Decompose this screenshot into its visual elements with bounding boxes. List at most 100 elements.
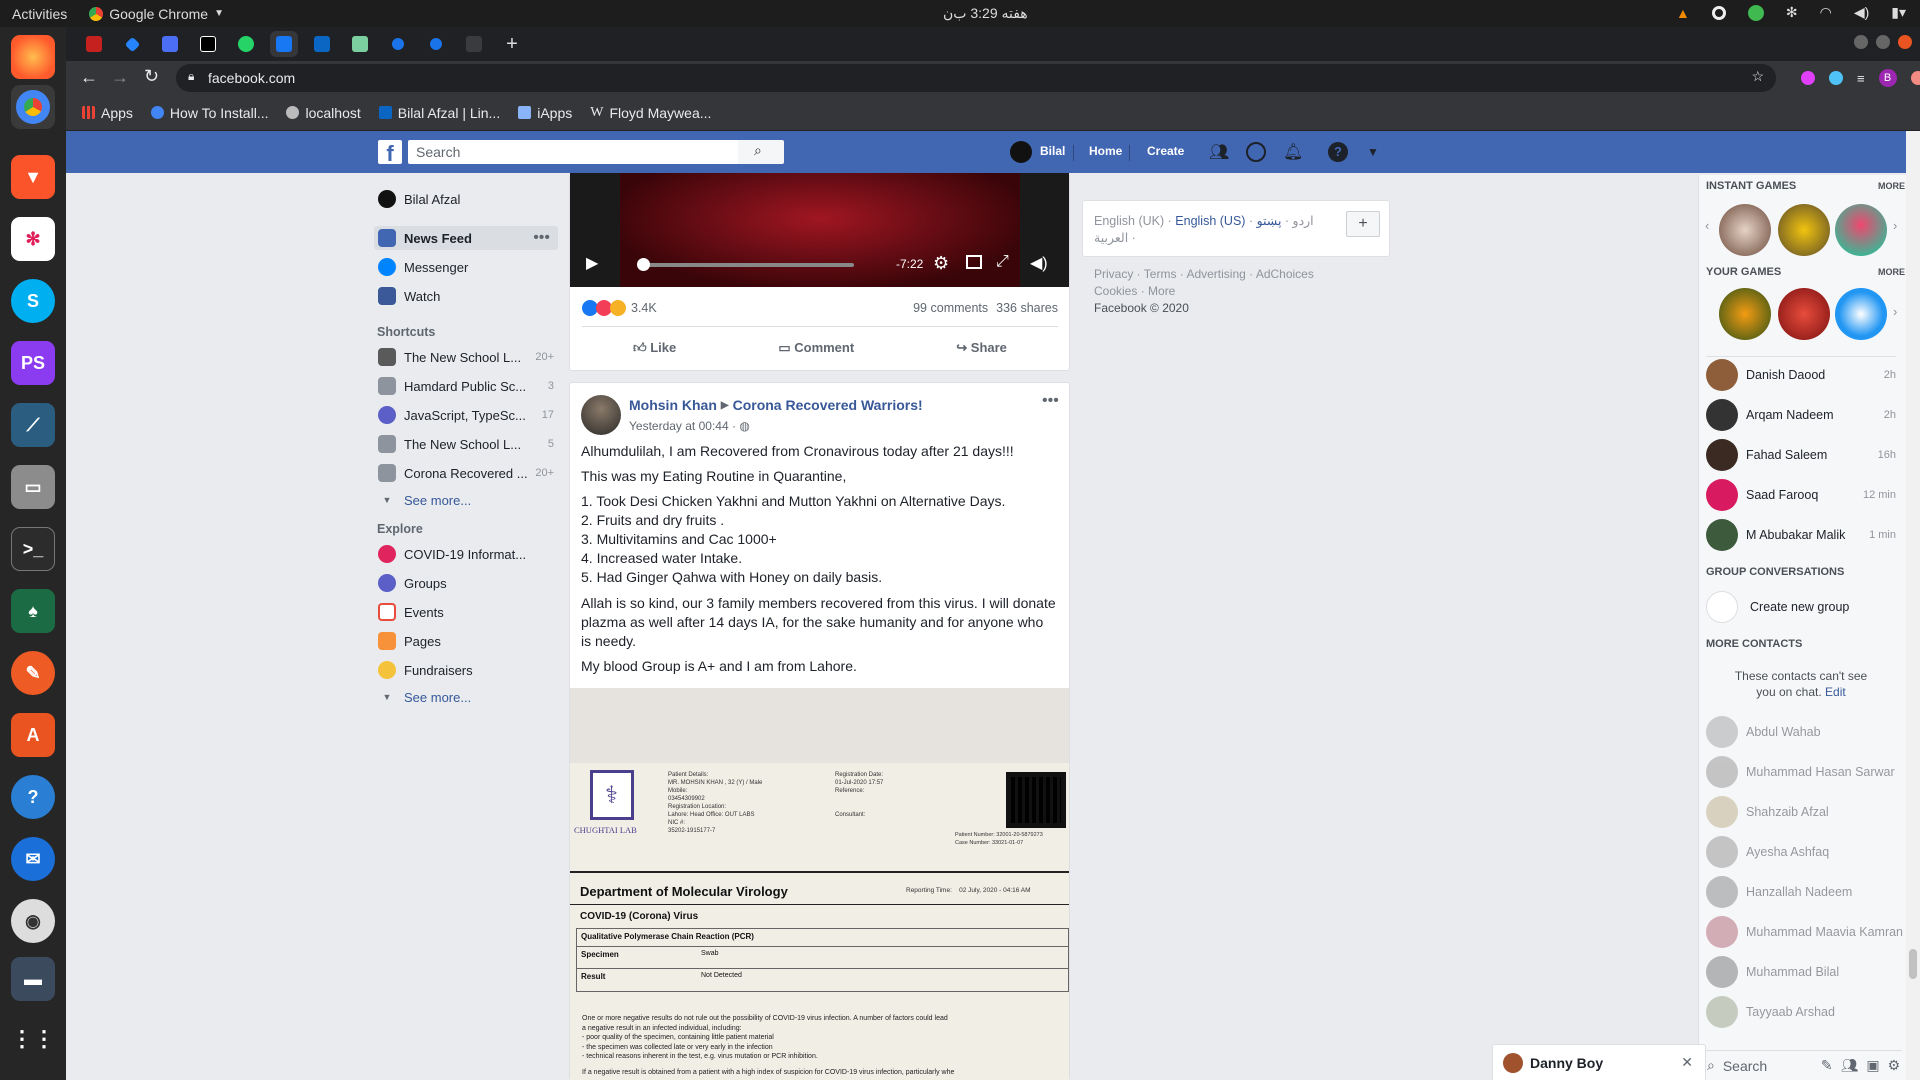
offline-contact-row[interactable]: Abdul Wahab (1706, 716, 1896, 748)
sidebar-profile[interactable]: Bilal Afzal (378, 187, 554, 211)
tab-gmail[interactable] (80, 31, 108, 57)
tab-jira[interactable] (118, 31, 146, 57)
game-icon[interactable] (1835, 288, 1887, 340)
language-link[interactable]: English (UK) (1094, 214, 1164, 228)
chevron-right-icon[interactable]: › (1893, 304, 1897, 319)
extension-icon[interactable] (1829, 71, 1843, 85)
postman-icon[interactable]: ✎ (11, 651, 55, 695)
reaction-count[interactable]: 3.4K (631, 301, 657, 315)
compose-icon[interactable]: ✎ (1821, 1057, 1833, 1074)
haha-reaction-icon[interactable] (610, 300, 626, 316)
video-progress-bar[interactable] (642, 263, 854, 267)
phpstorm-icon[interactable]: PS (11, 341, 55, 385)
vlc-icon[interactable]: ▲ (1676, 5, 1690, 21)
settings-gear-icon[interactable]: ⚙ (1888, 1057, 1901, 1074)
bookmark-apps[interactable]: Apps (82, 105, 133, 121)
post-author[interactable]: Mohsin Khan (629, 397, 717, 413)
new-group-icon[interactable]: 👥︎ (1841, 1057, 1859, 1074)
help-icon[interactable]: ? (11, 775, 55, 819)
settings-gear-icon[interactable]: ⚙ (933, 253, 949, 274)
video-scrubber[interactable] (637, 258, 650, 271)
sidebar-item-pages[interactable]: Pages (378, 629, 554, 653)
post-image[interactable]: ⚕ CHUGHTAI LAB Patient Details: MR. MOHS… (570, 688, 1069, 1080)
files-icon[interactable]: ▭ (11, 465, 55, 509)
game-icon[interactable] (1778, 204, 1830, 256)
scrollbar[interactable] (1906, 131, 1920, 1080)
messenger-icon[interactable] (1246, 142, 1266, 162)
share-button[interactable]: ↪ Share (956, 340, 1007, 356)
contact-row[interactable]: Saad Farooq 12 min (1706, 479, 1896, 511)
more-your-games-link[interactable]: MORE (1878, 267, 1905, 277)
activities-button[interactable]: Activities (12, 6, 67, 22)
sidebar-item-watch[interactable]: Watch (378, 284, 554, 308)
rhythmbox-icon[interactable]: ◉ (11, 899, 55, 943)
maximize-icon[interactable] (1876, 35, 1890, 49)
slack-tray-icon[interactable]: ✻ (1786, 4, 1798, 21)
create-link[interactable]: Create (1147, 144, 1184, 158)
sidebar-item-news-feed[interactable]: News Feed ••• (374, 226, 558, 250)
show-apps-icon[interactable]: ⋮⋮ (11, 1017, 55, 1061)
comment-count[interactable]: 99 comments (913, 301, 988, 315)
battery-icon[interactable]: ▮▾ (1891, 4, 1906, 21)
sidebar-item-covid[interactable]: COVID-19 Informat... (378, 542, 554, 566)
account-menu-icon[interactable]: ▼ (1367, 145, 1387, 165)
wifi-icon[interactable]: ◠ (1820, 4, 1832, 21)
gitkraken-icon[interactable]: ♠ (11, 589, 55, 633)
game-icon[interactable] (1778, 288, 1830, 340)
thunderbird-icon[interactable]: ✉ (11, 837, 55, 881)
chevron-left-icon[interactable]: ‹ (1705, 218, 1709, 233)
software-center-icon[interactable]: A (11, 713, 55, 757)
tab-blank[interactable] (460, 31, 488, 57)
more-options-icon[interactable]: ••• (533, 229, 550, 247)
shortcut-item[interactable]: JavaScript, TypeSc... 17 (378, 403, 554, 427)
comment-button[interactable]: ▭ Comment (778, 340, 854, 356)
play-icon[interactable]: ▶ (586, 253, 598, 273)
sidebar-item-groups[interactable]: Groups (378, 571, 554, 595)
search-button[interactable]: ⌕ (738, 140, 784, 164)
minimize-icon[interactable] (1854, 35, 1868, 49)
post-group[interactable]: Corona Recovered Warriors! (733, 397, 923, 413)
update-icon[interactable] (1910, 71, 1920, 85)
tab-facebook[interactable] (270, 31, 298, 57)
contact-row[interactable]: Fahad Saleem 16h (1706, 439, 1896, 471)
address-bar[interactable]: 🔒︎ facebook.com ☆ (176, 64, 1776, 92)
offline-contact-row[interactable]: Tayyaab Arshad (1706, 996, 1896, 1028)
volume-icon[interactable]: ◀) (1854, 4, 1869, 21)
video-call-icon[interactable]: ▣ (1866, 1057, 1879, 1074)
see-more-explore[interactable]: ▼ See more... (378, 685, 554, 709)
screen-icon[interactable]: ▬ (11, 957, 55, 1001)
offline-contact-row[interactable]: Muhammad Bilal (1706, 956, 1896, 988)
contact-row[interactable]: Arqam Nadeem 2h (1706, 399, 1896, 431)
slack-icon[interactable]: ✻ (11, 217, 55, 261)
forward-icon[interactable]: → (111, 67, 129, 88)
facebook-logo-icon[interactable]: f (378, 140, 402, 166)
tab-dev[interactable] (194, 31, 222, 57)
more-options-icon[interactable]: ••• (1042, 392, 1059, 410)
contact-row[interactable]: M Abubakar Malik 1 min (1706, 519, 1896, 551)
skype-icon[interactable]: S (11, 279, 55, 323)
tab-linkedin[interactable] (308, 31, 336, 57)
create-group-button[interactable]: Create new group (1706, 591, 1896, 623)
reload-icon[interactable]: ↻ (144, 66, 159, 87)
profile-link[interactable]: Bilal (1040, 144, 1065, 158)
search-input[interactable]: Search (408, 140, 738, 164)
footer-link[interactable]: Cookies · More (1094, 283, 1314, 300)
fullscreen-icon[interactable]: ⤢ (996, 253, 1009, 271)
new-tab-button[interactable]: + (498, 31, 526, 57)
chevron-right-icon[interactable]: › (1893, 218, 1897, 233)
offline-contact-row[interactable]: Muhammad Maavia Kamran (1706, 916, 1903, 948)
language-link[interactable]: اردو (1293, 214, 1314, 228)
tab-sheet[interactable] (346, 31, 374, 57)
star-icon[interactable]: ☆ (1751, 68, 1764, 85)
bookmark-how-to-install[interactable]: How To Install... (150, 105, 268, 121)
shortcut-item[interactable]: Corona Recovered ... 20+ (378, 461, 554, 485)
tab-whatsapp[interactable] (232, 31, 260, 57)
close-icon[interactable]: ✕ (1681, 1054, 1693, 1071)
picture-in-picture-icon[interactable] (966, 255, 982, 269)
avatar[interactable] (1010, 141, 1032, 163)
offline-contact-row[interactable]: Shahzaib Afzal (1706, 796, 1896, 828)
mysql-workbench-icon[interactable]: ⟋ (11, 403, 55, 447)
contact-row[interactable]: Danish Daood 2h (1706, 359, 1896, 391)
bookmark-linkedin[interactable]: Bilal Afzal | Lin... (378, 105, 500, 121)
brave-icon[interactable]: ▼ (11, 155, 55, 199)
